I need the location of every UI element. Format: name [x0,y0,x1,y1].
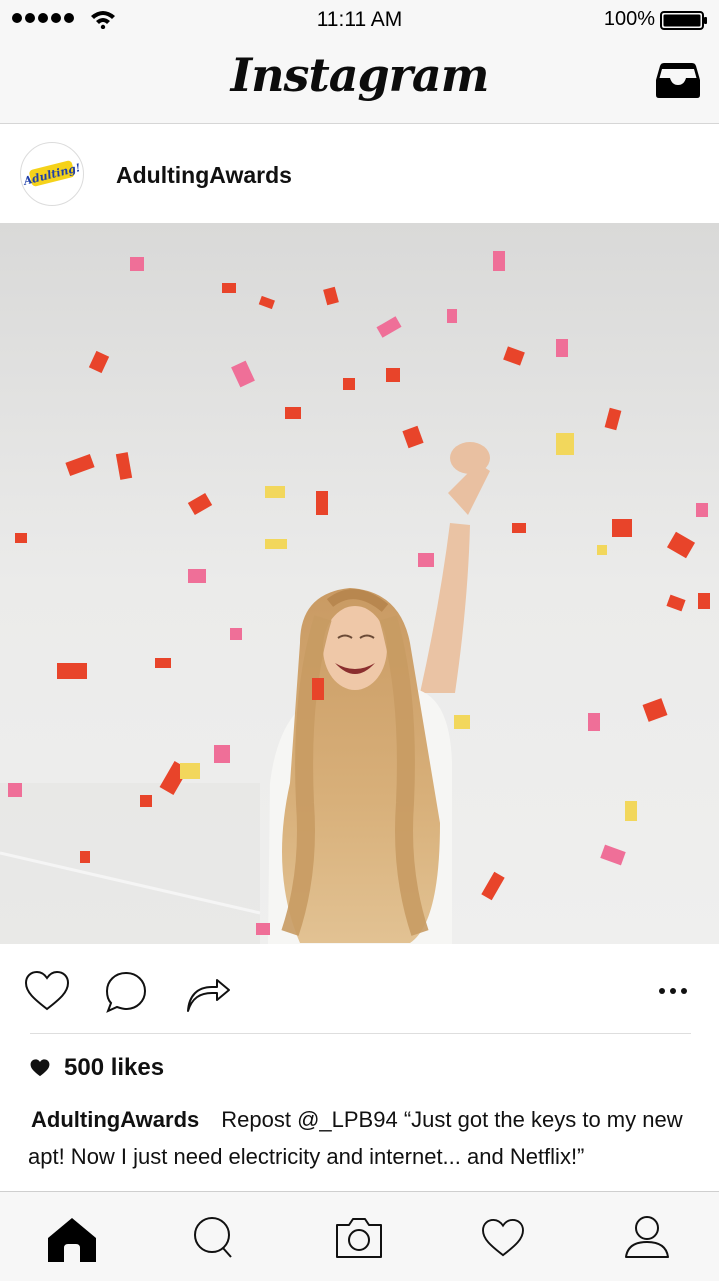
share-arrow-icon[interactable] [185,970,231,1014]
heart-icon[interactable] [481,1218,525,1258]
battery-icon [660,11,707,30]
post-actions [0,944,719,1034]
heart-filled-icon [30,1059,50,1077]
more-dots-icon[interactable] [657,986,689,996]
app-header: Instagram [0,40,719,124]
camera-icon[interactable] [334,1217,384,1259]
heart-outline-icon[interactable] [24,970,70,1012]
status-bar: 11:11 AM 100% [0,0,719,40]
post-header: Adulting! AdultingAwards [0,124,719,223]
confetti-photo-image [0,223,719,944]
adulting-logo-icon: Adulting! [21,160,82,188]
bottom-tab-bar [0,1191,719,1281]
home-icon[interactable] [46,1216,98,1264]
inbox-tray-icon[interactable] [655,60,701,100]
comment-bubble-icon[interactable] [104,970,148,1014]
instagram-logo: Instagram [230,48,490,102]
battery-percentage: 100% [603,8,655,30]
post-username[interactable]: AdultingAwards [116,162,292,189]
caption-username[interactable]: AdultingAwards [31,1107,199,1132]
post-photo[interactable] [0,223,719,944]
search-icon[interactable] [192,1216,234,1260]
post-caption: AdultingAwards Repost @_LPB94 “Just got t… [28,1101,718,1175]
likes-row[interactable]: 500 likes [30,1054,164,1082]
avatar[interactable]: Adulting! [20,142,84,206]
likes-count: 500 likes [64,1054,165,1081]
profile-icon[interactable] [624,1214,670,1260]
divider [30,1033,691,1034]
